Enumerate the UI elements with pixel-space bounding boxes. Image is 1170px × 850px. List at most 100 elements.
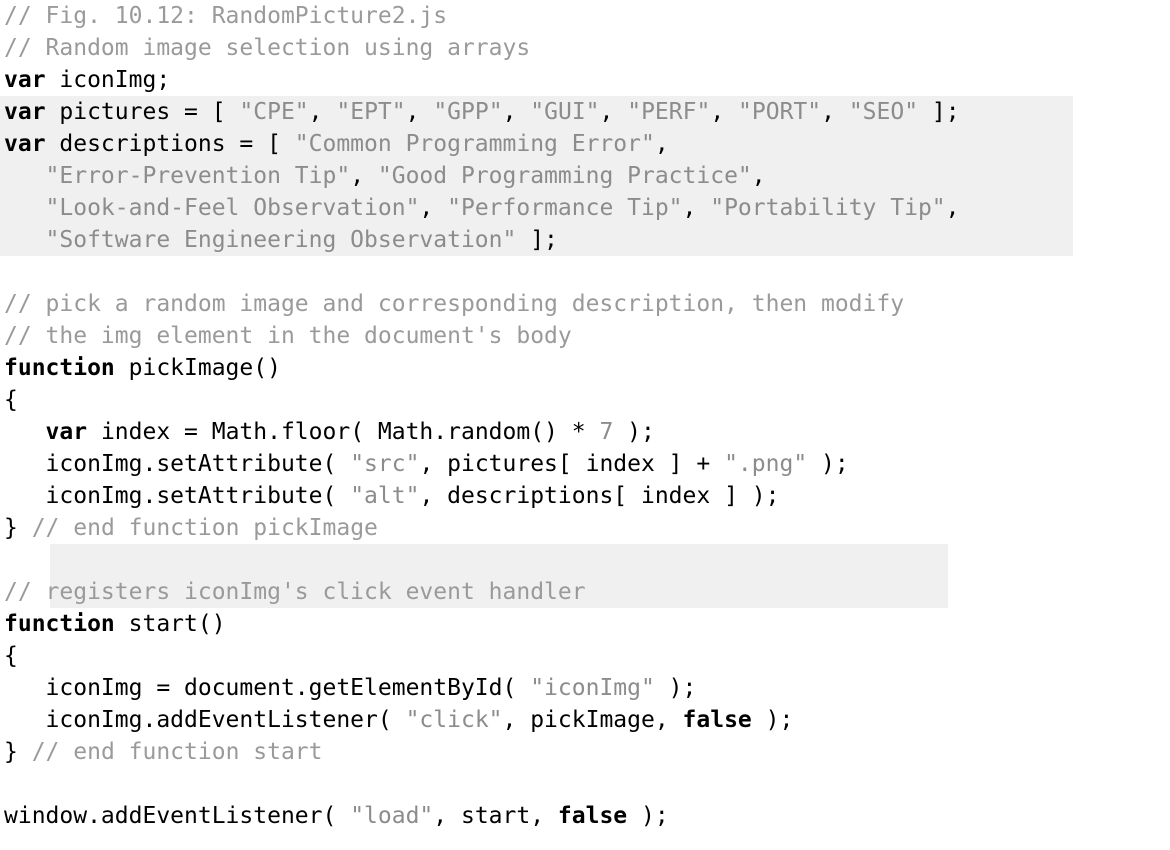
code-token-pl: { [4, 643, 18, 669]
code-line: var index = Math.floor( Math.random() * … [0, 416, 1170, 448]
code-line: // pick a random image and corresponding… [0, 288, 1170, 320]
code-token-str: "Software Engineering Observation" [45, 227, 517, 253]
code-token-pl: start() [114, 611, 226, 637]
code-token-pl: iconImg.addEventListener( [4, 707, 406, 733]
code-token-num: 7 [599, 419, 614, 445]
code-token-str: "click" [405, 707, 503, 733]
code-line: // registers iconImg's click event handl… [0, 576, 1170, 608]
code-token-str: "Performance Tip" [447, 195, 683, 221]
code-line [0, 544, 1170, 576]
code-line-text: var pictures = [ "CPE", "EPT", "GPP", "G… [0, 96, 960, 128]
code-token-str: "CPE" [239, 99, 309, 125]
code-token-str: "iconImg" [530, 675, 655, 701]
code-line: "Software Engineering Observation" ]; [0, 224, 1170, 256]
code-token-pl: , [821, 99, 849, 125]
code-line: "Look-and-Feel Observation", "Performanc… [0, 192, 1170, 224]
code-token-com: // Random image selection using arrays [4, 35, 531, 61]
code-token-pl: , pickImage, [502, 707, 683, 733]
code-token-pl: ]; [918, 99, 960, 125]
code-line: iconImg.setAttribute( "alt", description… [0, 480, 1170, 512]
code-line-text: iconImg.setAttribute( "alt", description… [0, 480, 780, 512]
code-token-pl: } [4, 739, 32, 765]
code-token-kw: var [45, 419, 88, 445]
code-token-pl: pickImage() [114, 355, 281, 381]
code-line-text: window.addEventListener( "load", start, … [0, 800, 669, 832]
code-line-text: iconImg.setAttribute( "src", pictures[ i… [0, 448, 849, 480]
code-token-str: "PORT" [738, 99, 822, 125]
code-line-text: "Look-and-Feel Observation", "Performanc… [0, 192, 960, 224]
code-token-pl: , [502, 99, 531, 125]
code-token-pl: , [710, 99, 739, 125]
code-listing: // Fig. 10.12: RandomPicture2.js // Rando… [0, 0, 1170, 850]
code-line-text: } // end function pickImage [0, 512, 378, 544]
code-token-com: // registers iconImg's click event handl… [4, 579, 586, 605]
code-line-text: "Error-Prevention Tip", "Good Programmin… [0, 160, 766, 192]
code-line-text: var descriptions = [ "Common Programming… [0, 128, 669, 160]
code-line: var iconImg; [0, 64, 1170, 96]
code-token-pl: ); [613, 419, 655, 445]
code-token-pl: , start, [433, 803, 558, 829]
code-line: iconImg = document.getElementById( "icon… [0, 672, 1170, 704]
code-token-com: // end function start [31, 739, 323, 765]
code-token-pl: , [405, 99, 434, 125]
code-token-str: "Good Programming Practice" [377, 163, 752, 189]
code-line-text: function pickImage() [0, 352, 281, 384]
code-line: function start() [0, 608, 1170, 640]
code-token-kw: function [4, 611, 115, 637]
code-line: // the img element in the document's bod… [0, 320, 1170, 352]
code-token-kw: var [4, 131, 46, 157]
code-line: var pictures = [ "CPE", "EPT", "GPP", "G… [0, 96, 1170, 128]
code-token-str: "GPP" [433, 99, 503, 125]
code-token-pl: descriptions = [ [45, 131, 295, 157]
code-token-pl: , [945, 195, 960, 221]
code-token-str: ".png" [724, 451, 808, 477]
code-line-text: // the img element in the document's bod… [0, 320, 572, 352]
code-line: // Random image selection using arrays [0, 32, 1170, 64]
code-line-text: // Random image selection using arrays [0, 32, 530, 64]
code-line: { [0, 640, 1170, 672]
code-token-kw: function [4, 355, 115, 381]
code-line: { [0, 384, 1170, 416]
code-token-str: "PERF" [627, 99, 711, 125]
code-token-str: "EPT" [336, 99, 406, 125]
code-token-str: "Look-and-Feel Observation" [45, 195, 420, 221]
code-line: var descriptions = [ "Common Programming… [0, 128, 1170, 160]
code-token-com: // the img element in the document's bod… [4, 323, 572, 349]
code-token-str: "alt" [350, 483, 420, 509]
code-token-pl: , [599, 99, 628, 125]
code-line: // Fig. 10.12: RandomPicture2.js [0, 0, 1170, 32]
code-token-pl: ); [627, 803, 669, 829]
code-token-pl: iconImg; [45, 67, 171, 93]
code-line-text: "Software Engineering Observation" ]; [0, 224, 558, 256]
code-token-str: "Common Programming Error" [294, 131, 655, 157]
code-token-pl: , [350, 163, 378, 189]
code-token-pl: , descriptions[ index ] ); [419, 483, 780, 509]
code-token-pl: , [308, 99, 337, 125]
code-line: } // end function pickImage [0, 512, 1170, 544]
code-line: window.addEventListener( "load", start, … [0, 800, 1170, 832]
code-token-kw: false [682, 707, 752, 733]
code-token-pl: } [4, 515, 32, 541]
code-line-text: var iconImg; [0, 64, 170, 96]
code-token-kw: var [4, 67, 46, 93]
code-token-pl: , [682, 195, 711, 221]
code-highlight-band [50, 544, 948, 576]
code-line: } // end function start [0, 736, 1170, 768]
code-token-com: // Fig. 10.12: RandomPicture2.js [4, 3, 448, 29]
code-token-pl: iconImg = document.getElementById( [4, 675, 531, 701]
code-line: iconImg.setAttribute( "src", pictures[ i… [0, 448, 1170, 480]
code-line-text: { [0, 640, 18, 672]
code-token-pl: ); [807, 451, 849, 477]
code-line [0, 256, 1170, 288]
code-token-com: // pick a random image and corresponding… [4, 291, 905, 317]
code-token-pl: { [4, 387, 18, 413]
code-line: "Error-Prevention Tip", "Good Programmin… [0, 160, 1170, 192]
code-line-text: // registers iconImg's click event handl… [0, 576, 586, 608]
code-token-str: "GUI" [530, 99, 600, 125]
code-line: iconImg.addEventListener( "click", pickI… [0, 704, 1170, 736]
